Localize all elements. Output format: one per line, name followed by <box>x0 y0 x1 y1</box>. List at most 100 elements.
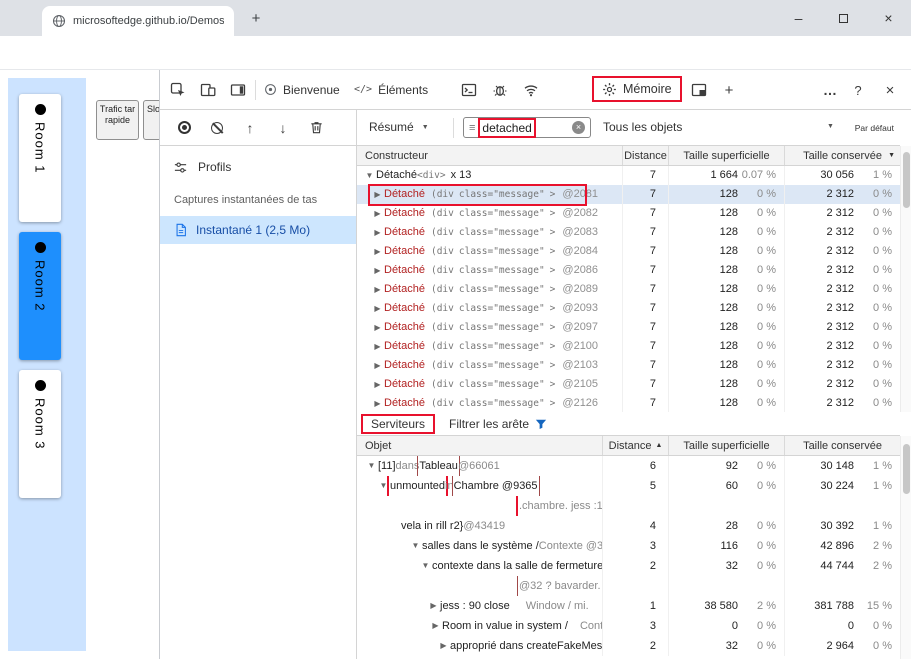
retainer-row[interactable]: vela in rill r2} @434194280 %30 3921 % <box>357 516 900 536</box>
column-header-object[interactable]: Objet <box>357 436 603 455</box>
load-profile-icon[interactable]: ↑ <box>241 119 259 137</box>
expander-icon[interactable]: ▼ <box>377 476 390 496</box>
retainer-row[interactable]: ▼contexte dans la salle de fermeture2320… <box>357 556 900 576</box>
class-filter-input[interactable]: ≡ detached × <box>463 117 591 138</box>
objects-filter-dropdown[interactable]: Tous les objets <box>603 120 682 134</box>
expand-icon[interactable]: ▶ <box>371 242 384 261</box>
retainers-tab-annotated[interactable]: Serviteurs <box>361 414 435 434</box>
constructor-row[interactable]: ▶Détaché(divclass="message">@208171280 %… <box>357 185 900 204</box>
expander-icon[interactable]: ▶ <box>429 616 442 636</box>
record-circle-icon <box>178 121 191 134</box>
scrollbar-thumb[interactable] <box>903 152 910 208</box>
constructor-row[interactable]: ▶Détaché(divclass="message">@210071280 %… <box>357 337 900 356</box>
column-header-retained-size[interactable]: Taille conservée ▼ <box>785 146 900 165</box>
minimize-button[interactable]: – <box>776 0 821 36</box>
expand-icon[interactable]: ▶ <box>371 280 384 299</box>
fast-traffic-button[interactable]: Trafic tar rapide <box>96 100 139 140</box>
expander-icon[interactable]: ▶ <box>427 596 440 616</box>
constructor-row[interactable]: ▶Détaché(divclass="message">@208271280 %… <box>357 204 900 223</box>
profiles-nav-item[interactable]: Profils <box>160 154 356 180</box>
clear-profiles-icon[interactable] <box>208 119 226 137</box>
new-tab-button[interactable]: + <box>246 8 266 28</box>
room-button-1[interactable]: Room 1 <box>19 94 61 222</box>
element-tag: <div> <box>417 166 446 185</box>
dock-panel-icon[interactable] <box>690 81 708 99</box>
constructor-row[interactable]: ▶Détaché(divclass="message">@208371280 %… <box>357 223 900 242</box>
tab-memory-annotated[interactable]: Mémoire <box>592 76 682 102</box>
retainer-row[interactable]: ▼unmounted in Chambre @93655600 %30 2241… <box>357 476 900 496</box>
scrollbar-thumb[interactable] <box>903 444 910 494</box>
devtools-help-icon[interactable]: ? <box>849 81 867 99</box>
console-panel-icon[interactable] <box>460 81 478 99</box>
column-header-distance[interactable]: Distance <box>623 146 669 165</box>
browser-tab[interactable]: microsoftedge.github.io/Demos/d <box>42 6 234 36</box>
column-header-retained-size[interactable]: Taille conservée <box>785 436 900 455</box>
retainer-row[interactable]: .chambre. jess :13 <box>357 496 900 516</box>
constructor-scrollbar[interactable] <box>900 146 911 412</box>
constructor-row[interactable]: ▶Détaché(divclass="message">@210371280 %… <box>357 356 900 375</box>
tab-elements[interactable]: </> Éléments <box>354 70 428 109</box>
expander-icon[interactable]: ▼ <box>409 536 422 556</box>
constructor-row[interactable]: ▶Détaché(divclass="message">@209771280 %… <box>357 318 900 337</box>
retainer-row[interactable]: ▼salles dans le système / Contexte @3831… <box>357 536 900 556</box>
summary-dropdown[interactable]: Résumé ▼ <box>369 120 429 134</box>
retainer-row[interactable]: ▶jess : 90 closeWindow / mi.138 5802 %38… <box>357 596 900 616</box>
retainer-row[interactable]: ▶approprié dans createFakeMessag2320 %2 … <box>357 636 900 656</box>
snapshot-item-selected[interactable]: Instantané 1 (2,5 Mo) <box>160 216 356 244</box>
constructor-row[interactable]: ▶Détaché(divclass="message">@208971280 %… <box>357 280 900 299</box>
constructor-row[interactable]: ▶Détaché(divclass="message">@212671280 %… <box>357 394 900 412</box>
size-percent: 0 % <box>738 223 784 242</box>
element-attr: class="message" <box>459 242 545 261</box>
expand-icon[interactable]: ▶ <box>371 261 384 280</box>
clear-search-icon[interactable]: × <box>572 121 585 134</box>
column-header-shallow-size[interactable]: Taille superficielle <box>669 436 785 455</box>
collapse-icon[interactable]: ▼ <box>363 166 376 185</box>
expand-icon[interactable]: ▶ <box>371 318 384 337</box>
debugger-panel-icon[interactable] <box>491 81 509 99</box>
device-toolbar-icon[interactable] <box>199 81 217 99</box>
object-text: vela in rill r2} <box>401 516 463 536</box>
close-button[interactable]: × <box>866 0 911 36</box>
expand-icon[interactable]: ▶ <box>371 394 384 412</box>
retainer-row[interactable]: ▼[11] dans Tableau @660616920 %30 1481 % <box>357 456 900 476</box>
tab-welcome[interactable]: Bienvenue <box>264 70 340 109</box>
retainer-row[interactable]: ▶Room in value in system /Contexte300 %0… <box>357 616 900 636</box>
save-profile-icon[interactable]: ↓ <box>274 119 292 137</box>
constructor-row[interactable]: ▶Détaché(divclass="message">@209371280 %… <box>357 299 900 318</box>
expand-icon[interactable]: ▶ <box>371 185 384 204</box>
element-close: > <box>550 204 556 223</box>
expand-icon[interactable]: ▶ <box>371 299 384 318</box>
expander-icon[interactable]: ▶ <box>437 636 450 656</box>
add-panel-button[interactable]: + <box>720 81 738 99</box>
expand-icon[interactable]: ▶ <box>371 223 384 242</box>
retainers-scrollbar[interactable] <box>900 436 911 659</box>
column-header-distance[interactable]: Distance ▲ <box>603 436 669 455</box>
room-button-2[interactable]: Room 2 <box>19 232 61 360</box>
constructor-parent-row[interactable]: ▼Détaché <div>x 1371 6640.07 %30 0561 % <box>357 166 900 185</box>
expander-icon[interactable]: ▼ <box>365 456 378 476</box>
retainer-name-cell: ▼salles dans le système / Contexte @38 <box>357 536 603 556</box>
dock-side-icon[interactable] <box>229 81 247 99</box>
expand-icon[interactable]: ▶ <box>371 356 384 375</box>
constructor-row[interactable]: ▶Détaché(divclass="message">@210571280 %… <box>357 375 900 394</box>
constructor-row[interactable]: ▶Détaché(divclass="message">@208671280 %… <box>357 261 900 280</box>
network-panel-icon[interactable] <box>522 81 540 99</box>
devtools-close-icon[interactable]: × <box>881 81 899 99</box>
column-header-shallow-size[interactable]: Taille superficielle <box>669 146 785 165</box>
chevron-down-icon[interactable]: ▼ <box>827 123 834 130</box>
inspect-element-icon[interactable] <box>169 81 187 99</box>
retainers-bar: Serviteurs Filtrer les arête <box>357 412 900 436</box>
maximize-button[interactable] <box>821 0 866 36</box>
filter-edges-control[interactable]: Filtrer les arête <box>449 417 547 431</box>
record-heap-icon[interactable] <box>175 119 193 137</box>
expand-icon[interactable]: ▶ <box>371 375 384 394</box>
retainer-row[interactable]: @32 ? bavarder. <box>357 576 900 596</box>
delete-profile-icon[interactable] <box>307 119 325 137</box>
room-button-3[interactable]: Room 3 <box>19 370 61 498</box>
devtools-more-icon[interactable]: … <box>821 81 839 99</box>
expander-icon[interactable]: ▼ <box>419 556 432 576</box>
expand-icon[interactable]: ▶ <box>371 337 384 356</box>
column-header-constructor[interactable]: Constructeur <box>357 146 623 165</box>
constructor-row[interactable]: ▶Détaché(divclass="message">@208471280 %… <box>357 242 900 261</box>
expand-icon[interactable]: ▶ <box>371 204 384 223</box>
